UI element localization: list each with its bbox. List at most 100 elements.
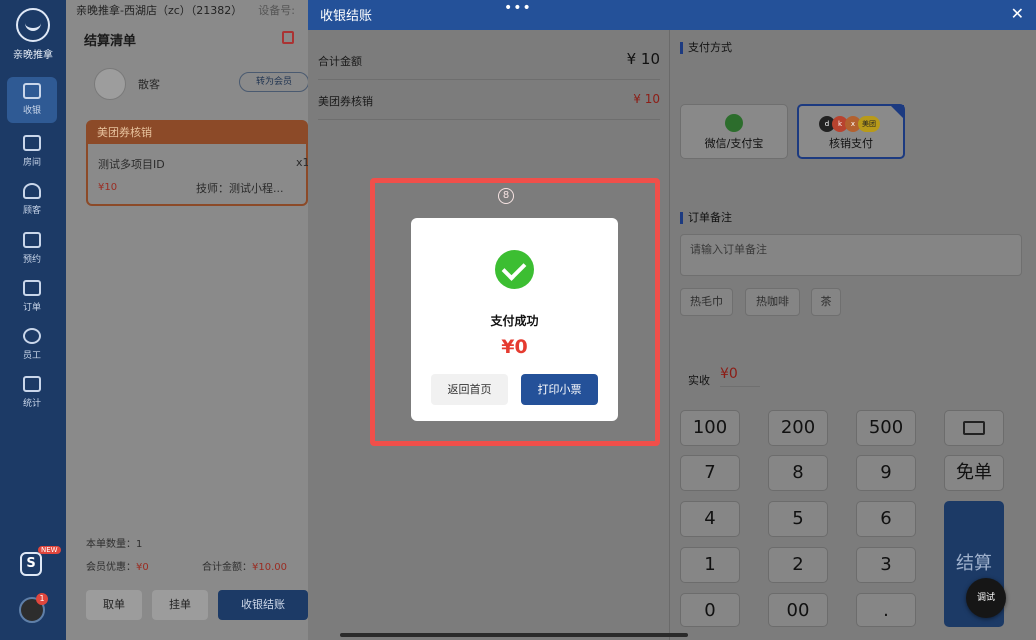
key-5[interactable]: 5 — [768, 501, 828, 537]
member-discount: 会员优惠：¥0 — [86, 558, 149, 573]
coupon-card[interactable]: 美团券核销 测试多项目ID x1 ¥10 技师：测试小程... — [86, 120, 310, 206]
note-tag-hot-towel[interactable]: 热毛巾 — [680, 288, 733, 316]
key-9[interactable]: 9 — [856, 455, 916, 491]
note-tag-tea[interactable]: 茶 — [811, 288, 841, 316]
clipboard-icon — [23, 280, 41, 296]
more-icon[interactable]: ••• — [504, 0, 532, 16]
side-nav: 亲晚推拿 收银 房间 顾客 预约 订单 员工 统计 S NEW 1 — [0, 0, 66, 640]
step-number: 8 — [498, 188, 514, 204]
pay-verify-button[interactable]: d k x 美团 核销支付 — [797, 104, 905, 159]
checkout-button[interactable]: 收银结账 — [218, 590, 308, 620]
brand-name: 亲晚推拿 — [13, 50, 53, 61]
nav-item-cashier[interactable]: 收银 — [7, 77, 57, 123]
key-4[interactable]: 4 — [680, 501, 740, 537]
key-7[interactable]: 7 — [680, 455, 740, 491]
nav-item-staff[interactable]: 员工 — [7, 322, 57, 368]
guest-avatar-icon — [94, 68, 126, 100]
wechat-pay-icon — [725, 114, 743, 132]
order-note-input[interactable]: 请输入订单备注 — [680, 234, 1022, 276]
close-icon[interactable]: ✕ — [1011, 4, 1024, 23]
free-order-key[interactable]: 免单 — [944, 455, 1004, 491]
nav-item-label: 房间 — [22, 158, 41, 168]
key-dot[interactable]: . — [856, 593, 916, 627]
hold-order-button[interactable]: 挂单 — [152, 590, 208, 620]
coupon-item-name: 测试多项目ID — [98, 158, 165, 171]
nav-item-label: 订单 — [22, 303, 41, 313]
trash-icon[interactable] — [282, 31, 294, 44]
convert-member-button[interactable]: 转为会员 — [239, 72, 309, 92]
backspace-icon — [963, 421, 985, 435]
pay-wechat-alipay-button[interactable]: 微信/支付宝 — [680, 104, 788, 159]
selected-check-icon — [890, 105, 904, 119]
pay-method-title: 支付方式 — [680, 42, 732, 54]
key-00[interactable]: 00 — [768, 593, 828, 627]
brand-logo-icon — [16, 8, 50, 42]
back-home-button[interactable]: 返回首页 — [431, 374, 508, 405]
paid-label: 实收 — [688, 374, 710, 387]
store-name: 亲晚推拿-西湖店（zc）（21382） — [76, 4, 243, 17]
monitor-icon — [23, 83, 41, 99]
nav-item-label: 统计 — [22, 399, 41, 409]
dialog-status: 支付成功 — [490, 314, 539, 328]
guest-name: 散客 — [138, 78, 160, 91]
key-3[interactable]: 3 — [856, 547, 916, 583]
brand-logo: 亲晚推拿 — [0, 8, 66, 61]
paid-amount-input[interactable]: ¥0 — [720, 366, 760, 387]
chart-icon — [23, 376, 41, 392]
nav-item-customers[interactable]: 顾客 — [7, 177, 57, 223]
app-switch-icon[interactable]: S — [20, 552, 42, 576]
person-icon — [23, 183, 41, 199]
key-500[interactable]: 500 — [856, 410, 916, 446]
nav-item-orders[interactable]: 订单 — [7, 274, 57, 320]
pay-verify-label: 核销支付 — [829, 137, 873, 150]
new-badge: NEW — [38, 546, 61, 554]
total-row: 合计金额 ¥ 10 — [318, 40, 660, 80]
key-8[interactable]: 8 — [768, 455, 828, 491]
order-note-title: 订单备注 — [680, 212, 732, 224]
nav-item-booking[interactable]: 预约 — [7, 226, 57, 272]
member-discount-label: 会员优惠： — [86, 562, 136, 573]
house-icon — [23, 135, 41, 151]
nav-item-label: 预约 — [22, 255, 41, 265]
store-title: 亲晚推拿-西湖店（zc）（21382） 设备号: — [76, 2, 295, 18]
coupon-technician[interactable]: 技师：测试小程... — [196, 180, 284, 196]
device-label: 设备号: — [258, 4, 296, 17]
debug-button[interactable]: 调试 — [966, 578, 1006, 618]
coupon-card-title: 美团券核销 — [88, 122, 306, 144]
member-discount-value: ¥0 — [136, 562, 149, 573]
meituan-icon: 美团 — [858, 116, 880, 132]
modal-header: 收银结账 ••• ✕ — [308, 0, 1036, 30]
print-receipt-button[interactable]: 打印小票 — [521, 374, 598, 405]
key-100[interactable]: 100 — [680, 410, 740, 446]
key-2[interactable]: 2 — [768, 547, 828, 583]
cart-total-value: ¥10.00 — [252, 562, 287, 573]
total-value: ¥ 10 — [626, 50, 660, 68]
backspace-key[interactable] — [944, 410, 1004, 446]
coupon-label: 美团券核销 — [318, 95, 373, 108]
key-1[interactable]: 1 — [680, 547, 740, 583]
nav-item-label: 顾客 — [22, 206, 41, 216]
people-icon — [23, 328, 41, 344]
dialog-amount: ¥0 — [501, 336, 528, 358]
payment-panel: 支付方式 微信/支付宝 d k x 美团 核销支付 订单备注 请输入订单备注 热… — [670, 30, 1036, 640]
calendar-icon — [23, 232, 41, 248]
notification-badge: 1 — [36, 593, 48, 605]
nav-item-label: 收银 — [22, 106, 41, 116]
verify-logos: d k x 美团 — [799, 116, 903, 132]
key-0[interactable]: 0 — [680, 593, 740, 627]
coupon-row: 美团券核销 ¥ 10 — [318, 80, 660, 120]
payment-success-dialog: 支付成功 ¥0 返回首页 打印小票 — [411, 218, 618, 421]
take-order-button[interactable]: 取单 — [86, 590, 142, 620]
cart-total-label: 合计金额： — [202, 562, 252, 573]
pay-wechat-label: 微信/支付宝 — [704, 137, 764, 150]
order-count: 本单数量：1 — [86, 539, 143, 550]
nav-item-stats[interactable]: 统计 — [7, 370, 57, 416]
cart-title: 结算清单 — [84, 34, 137, 49]
note-tag-hot-coffee[interactable]: 热咖啡 — [745, 288, 800, 316]
key-200[interactable]: 200 — [768, 410, 828, 446]
cart-panel: 亲晚推拿-西湖店（zc）（21382） 设备号: 结算清单 散客 转为会员 美团券… — [66, 0, 310, 640]
success-check-icon — [495, 250, 534, 289]
key-6[interactable]: 6 — [856, 501, 916, 537]
nav-item-rooms[interactable]: 房间 — [7, 129, 57, 175]
total-label: 合计金额 — [318, 55, 362, 68]
